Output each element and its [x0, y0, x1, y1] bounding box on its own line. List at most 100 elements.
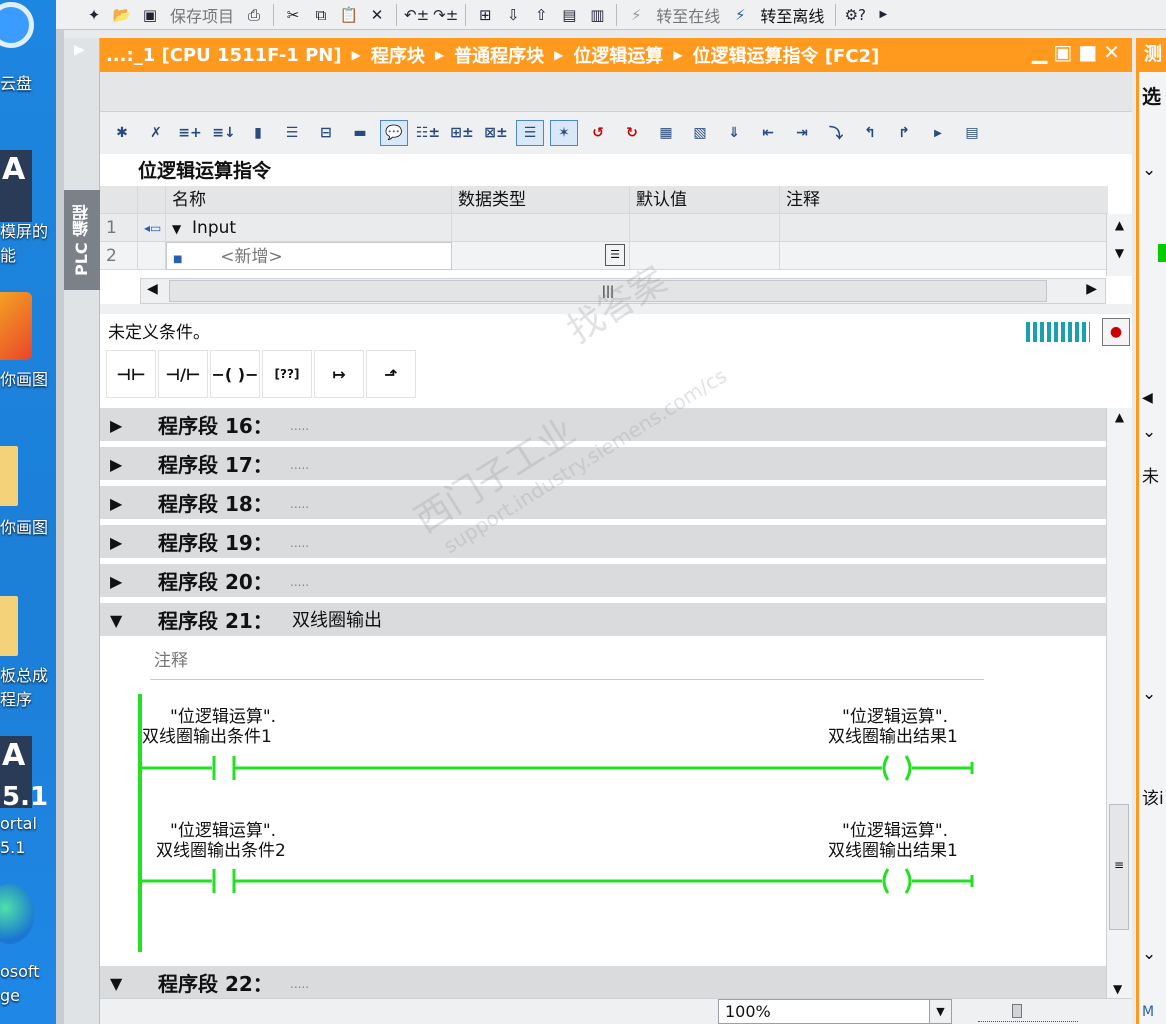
contact-operand-tag[interactable]: 双线圈输出条件1	[142, 726, 272, 748]
print-icon[interactable]: ⎙	[242, 3, 266, 27]
save-project-button[interactable]: 保存项目	[166, 3, 238, 27]
collapse-chevron-icon[interactable]: ⌄	[1142, 944, 1156, 964]
folder-icon[interactable]	[0, 446, 56, 510]
network-header-22[interactable]: ▼ 程序段 22： .....	[100, 966, 1106, 1002]
close-all-networks-icon[interactable]: ▬	[346, 120, 374, 146]
go-offline-button[interactable]: 转至离线	[756, 3, 828, 27]
dropdown-arrow-icon[interactable]: ▼	[929, 1000, 951, 1023]
coil-operand-tag[interactable]: 双线圈输出结果1	[828, 840, 958, 862]
network-expand-icon[interactable]: ▶	[110, 447, 122, 483]
coil-1[interactable]	[882, 755, 912, 781]
empty-box-icon[interactable]: [??]	[262, 350, 312, 398]
favorites-icon[interactable]: ☷±	[414, 120, 442, 146]
network-collapse-icon[interactable]: ▼	[110, 603, 122, 639]
insert-row-icon[interactable]: ≡+	[176, 120, 204, 146]
layout-icon[interactable]: ▤	[958, 120, 986, 146]
save-icon[interactable]: ▣	[138, 3, 162, 27]
network-expand-icon[interactable]: ▶	[110, 525, 122, 561]
delete-icon[interactable]: ✕	[365, 3, 389, 27]
block-status-icon[interactable]: ●	[1102, 318, 1130, 346]
new-tag-input[interactable]: ■ <新增>	[166, 242, 452, 270]
minimize-icon[interactable]: ▁	[1032, 40, 1053, 64]
collapse-chevron-icon[interactable]: ⌄	[1142, 422, 1156, 442]
new-project-icon[interactable]: ✦	[82, 3, 106, 27]
compile-icon[interactable]: ⊞	[473, 3, 497, 27]
column-header-name[interactable]: 名称	[166, 186, 452, 214]
scroll-up-icon[interactable]: ▲	[1107, 410, 1132, 424]
coil-operand-db[interactable]: "位逻辑运算".	[842, 820, 948, 842]
copy-icon[interactable]: ⧉	[309, 3, 333, 27]
wire-icon[interactable]: ⤵	[822, 120, 850, 146]
network-comment-field[interactable]: 注释	[150, 648, 984, 680]
go-to-error-icon[interactable]: ↺	[584, 120, 612, 146]
coil-icon[interactable]: −( )−	[210, 350, 260, 398]
scroll-thumb[interactable]: ≡	[1109, 804, 1129, 930]
table-cell-name[interactable]: ▼ Input	[166, 214, 452, 242]
network-expand-icon[interactable]: ▶	[110, 486, 122, 522]
editor-vertical-scrollbar[interactable]: ▲ ≡ ▼	[1106, 408, 1132, 998]
task-card-tab[interactable]: 选	[1142, 82, 1161, 109]
no-contact-icon[interactable]: ⊣⊢	[106, 350, 156, 398]
outdent-icon[interactable]: ⇥	[788, 120, 816, 146]
scroll-down-icon[interactable]: ▼	[1113, 982, 1122, 996]
undo-icon[interactable]: ↶±	[404, 3, 429, 27]
coil-operand-tag[interactable]: 双线圈输出结果1	[828, 726, 958, 748]
toolbar-overflow-icon[interactable]: ▶	[924, 120, 952, 146]
monitor-on-icon[interactable]: ↰	[856, 120, 884, 146]
download-icon[interactable]: ⇩	[501, 3, 525, 27]
column-header-default[interactable]: 默认值	[630, 186, 780, 214]
go-online-icon[interactable]: ⚡	[624, 3, 648, 27]
expand-triangle-icon[interactable]: ▼	[172, 222, 181, 236]
network-header-19[interactable]: ▶ 程序段 19： .....	[100, 525, 1106, 561]
start-values-icon[interactable]: ⊠±	[482, 120, 510, 146]
runtime-icon[interactable]: ▥	[585, 3, 609, 27]
collapse-chevron-icon[interactable]: ⌄	[1142, 160, 1156, 180]
monitor-off-icon[interactable]: ↱	[890, 120, 918, 146]
scroll-up-icon[interactable]: ▲	[1107, 218, 1132, 232]
restore-icon[interactable]: ▣	[1053, 40, 1078, 64]
network-expand-icon[interactable]: ▶	[110, 564, 122, 600]
plc-programming-tab[interactable]: PLC 编程	[64, 190, 100, 290]
step-icon[interactable]: ⇓	[720, 120, 748, 146]
simulation-icon[interactable]: ▤	[557, 3, 581, 27]
toolbar-overflow-icon[interactable]: ▶	[871, 3, 895, 27]
table-row[interactable]: 2 ■ <新增> ☰	[100, 242, 1108, 270]
tag-info-icon[interactable]: ☰	[516, 120, 544, 146]
contact-operand-db[interactable]: "位逻辑运算".	[170, 706, 276, 728]
delete-network-icon[interactable]: ✗	[142, 120, 170, 146]
collapse-chevron-icon[interactable]: ⌄	[1142, 684, 1156, 704]
datatype-picker-icon[interactable]: ☰	[605, 244, 625, 266]
interface-vertical-scrollbar[interactable]: ▲ ▼	[1106, 214, 1132, 276]
zoom-slider[interactable]	[978, 1004, 1078, 1022]
contact-operand-db[interactable]: "位逻辑运算".	[170, 820, 276, 842]
network-comments-icon[interactable]: 💬	[380, 120, 408, 146]
coil-2[interactable]	[882, 868, 912, 894]
zoom-slider-thumb[interactable]	[1012, 1004, 1022, 1018]
folder-icon[interactable]	[0, 596, 56, 660]
network-expand-icon[interactable]: ▶	[110, 408, 122, 444]
indent-icon[interactable]: ⇤	[754, 120, 782, 146]
upload-icon[interactable]: ⇧	[529, 3, 553, 27]
network-header-20[interactable]: ▶ 程序段 20： .....	[100, 564, 1106, 600]
compare-icon[interactable]: ▧	[686, 120, 714, 146]
zoom-select[interactable]: 100% ▼	[718, 999, 952, 1024]
cut-icon[interactable]: ✂	[281, 3, 305, 27]
network-collapse-icon[interactable]: ▼	[110, 966, 122, 1002]
open-project-icon[interactable]: 📂	[110, 3, 134, 27]
redo-icon[interactable]: ↷±	[433, 3, 458, 27]
breadcrumb-block[interactable]: 位逻辑运算指令 [FC2]	[693, 42, 880, 68]
append-row-icon[interactable]: ≡↓	[210, 120, 238, 146]
scroll-down-icon[interactable]: ▼	[1107, 246, 1132, 260]
go-to-next-error-icon[interactable]: ↻	[618, 120, 646, 146]
network-header-18[interactable]: ▶ 程序段 18： .....	[100, 486, 1106, 522]
network-title[interactable]: 双线圈输出	[292, 603, 382, 639]
column-header-datatype[interactable]: 数据类型	[452, 186, 630, 214]
paste-icon[interactable]: 📋	[337, 3, 361, 27]
close-icon[interactable]: ✕	[1103, 40, 1126, 64]
edge-icon[interactable]	[0, 884, 56, 954]
network-overview-icon[interactable]: ☰	[278, 120, 306, 146]
go-online-button[interactable]: 转至在线	[652, 3, 724, 27]
absolute-operands-icon[interactable]: ▮	[244, 120, 272, 146]
accessible-devices-icon[interactable]: ⚙?	[843, 3, 867, 27]
tia-portal-icon[interactable]: A 5.1	[0, 736, 48, 812]
